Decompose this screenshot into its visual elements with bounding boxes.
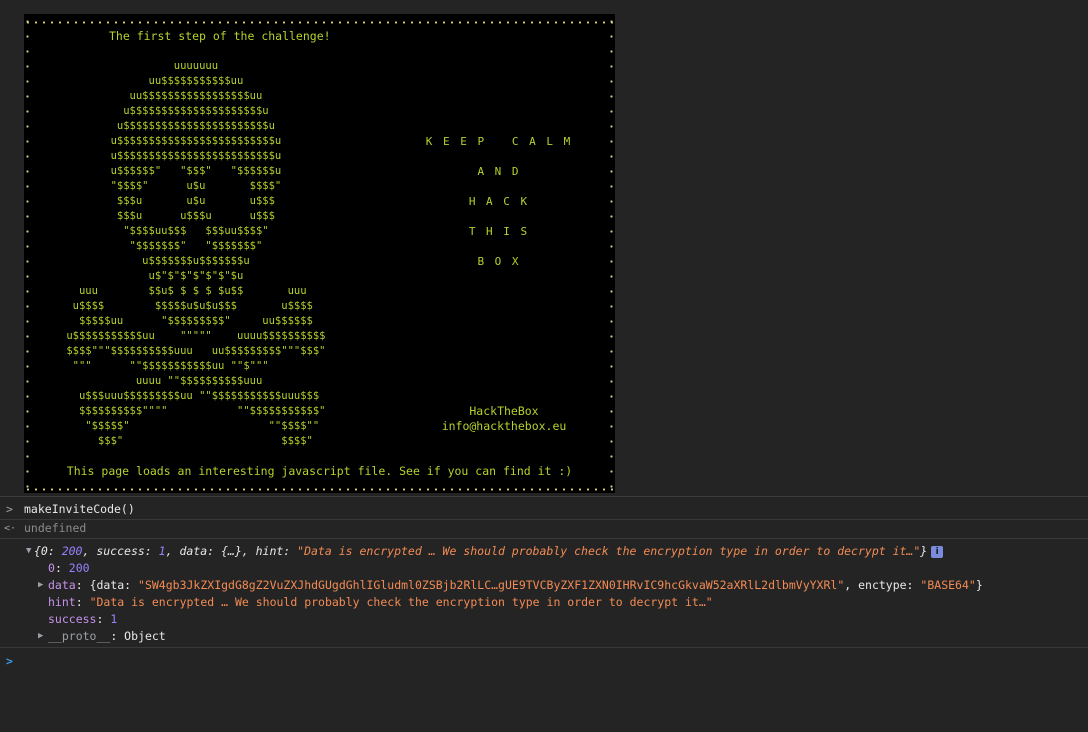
challenge-heading: The first step of the challenge! [109,29,331,43]
contact-email: info@hackthebox.eu [441,419,567,433]
prop-zero-val: 200 [68,561,90,575]
prop-row-hint: hint: "Data is encrypted … We should pro… [48,595,713,609]
keep-calm-line-4: T H I S [468,225,530,238]
dotted-border-top [24,21,615,24]
summary-success-key: , success: [82,544,159,558]
info-icon[interactable]: i [931,545,944,558]
prop-success-val: 1 [110,612,118,626]
console-input-line[interactable]: > [0,651,1088,671]
prop-row-proto[interactable]: ▶ __proto__: Object [0,628,1088,648]
collapse-triangle-icon[interactable]: ▶ [38,577,43,594]
expand-triangle-icon[interactable]: ▼ [26,543,31,560]
return-value: undefined [24,521,87,535]
prop-data-open: {data: [89,578,139,592]
prop-row-data[interactable]: ▶ data: {data: "SW4gb3JkZXIgdG8gZ2VuZXJh… [0,577,1088,594]
ascii-terminal-panel: The first step of the challenge! uuuuuuu… [24,14,615,493]
dotted-border-bottom [24,488,615,491]
keep-calm-line-3: H A C K [468,195,530,208]
proto-triangle-icon[interactable]: ▶ [38,628,43,645]
prop-success-key: success [48,612,97,626]
skull-ascii-art: uuuuuuu uu$$$$$$$$$$$uu uu$$$$$$$$$$$$$$… [66,60,326,447]
dotted-border-left [26,14,29,493]
hint-footer: This page loads an interesting javascrip… [66,464,573,478]
keep-calm-line-5: B O X [477,255,521,268]
summary-hint-val: "Data is encrypted … We should probably … [297,544,921,558]
return-arrow-icon: <· [4,523,17,534]
input-prompt-icon: > [6,654,13,668]
devtools-console[interactable]: > makeInviteCode() <· undefined ▼ {0: 20… [0,496,1088,732]
prop-zero-key: 0 [48,561,55,575]
summary-zero-val: 200 [61,544,83,558]
prop-hint-val: "Data is encrypted … We should probably … [89,595,713,609]
dotted-border-right [610,14,613,493]
encoded-data-string: "SW4gb3JkZXIgdG8gZ2VuZXJhdGUgdGhlIGludml… [138,578,845,592]
summary-open: {0: [34,544,62,558]
command-text[interactable]: makeInviteCode() [24,500,135,519]
prop-hint-key: hint [48,595,76,609]
prop-data-close: } [975,578,983,592]
prop-proto-val: Object [124,629,166,643]
keep-calm-line-2: A N D [477,165,521,178]
summary-data-key: , data: {…}, hint: [165,544,298,558]
enctype-value: "BASE64" [920,578,976,592]
summary-success-val: 1 [158,544,166,558]
input-chevron-icon: > [6,502,13,516]
object-summary-row[interactable]: ▼ {0: 200, success: 1, data: {…}, hint: … [0,543,1088,560]
console-command-entry[interactable]: > makeInviteCode() [0,500,1088,520]
prop-enctype-key: , enctype: [844,578,921,592]
keep-calm-line-1: K E E P C A L M [425,135,573,148]
summary-close: } [920,544,928,558]
console-return-entry: <· undefined [0,519,1088,539]
prop-proto-key: __proto__ [48,629,111,643]
prop-data-key: data [48,578,76,592]
prop-row-success: success: 1 [48,612,118,626]
prop-row-zero: 0: 200 [48,561,90,575]
brand-name: HackTheBox [469,404,539,418]
